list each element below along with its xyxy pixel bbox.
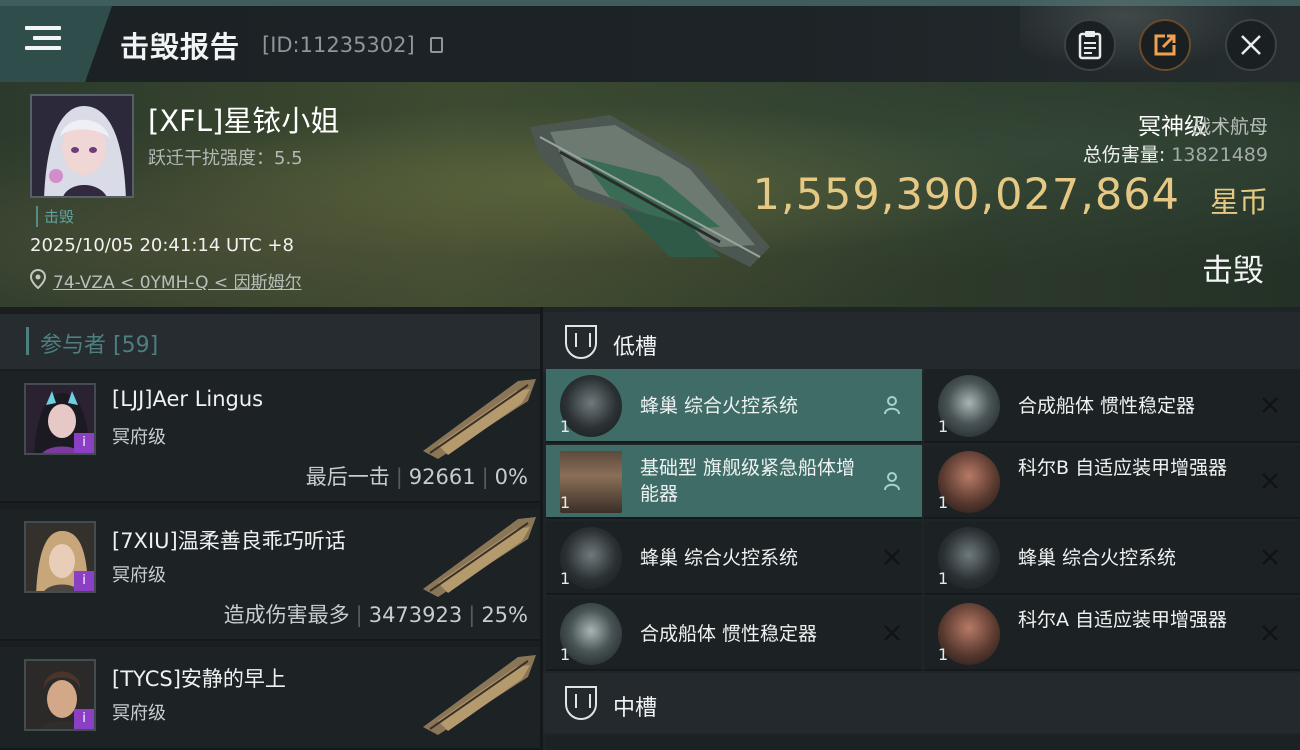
module-name: 蜂巢 综合火控系统 [1018,547,1177,569]
dropped-person-icon [880,393,904,417]
page-title: 击毁报告 [120,30,241,64]
destroyed-x-icon [880,545,904,569]
participants-title: 参与者 [59] [40,333,159,358]
module-quantity: 1 [560,417,571,436]
module-quantity: 1 [938,417,949,436]
destroyed-x-icon [1258,621,1282,645]
module-quantity: 1 [938,645,949,664]
report-id: [ID:11235302] [262,33,415,57]
corp-badge-icon: i [74,571,94,591]
attacker-row[interactable]: i [7XIU]温柔善良乖巧听话 冥府级 造成伤害最多 | 3473923 | 25% [0,509,540,641]
module-item[interactable]: 1 蜂巢 综合火控系统 [924,521,1300,595]
section-marker [26,327,29,355]
attacker-role: 最后一击 [305,465,390,489]
next-module-row [546,735,1300,750]
attacker-ship: 冥府级 [112,427,166,448]
result-label: 击毁 [1202,253,1264,289]
module-name: 基础型 旗舰级紧急船体增能器 [640,457,856,505]
total-damage: 总伤害量: 13821489 [1083,140,1268,167]
module-name: 科尔A 自适应装甲增强器 [1018,609,1228,631]
module-name: 科尔B 自适应装甲增强器 [1018,457,1228,479]
isk-value: 1,559,390,027,864 [752,170,1180,220]
module-name: 合成船体 惯性稳定器 [1018,395,1196,417]
module-item[interactable]: 1 科尔B 自适应装甲增强器 [924,445,1300,519]
divider: | [395,465,403,489]
ship-class: 战术航母 [1191,116,1268,138]
menu-icon[interactable] [25,26,61,52]
destroyed-x-icon [1258,393,1282,417]
isk-unit: 星币 [1209,185,1268,219]
victim-name[interactable]: [XFL]星铱小姐 [148,98,339,140]
module-quantity: 1 [938,493,949,512]
low-slot-icon [565,325,597,359]
copy-icon[interactable] [430,37,443,53]
module-item[interactable]: 1 蜂巢 综合火控系统 [546,369,922,443]
attacker-row[interactable]: i [LJJ]Aer Lingus 冥府级 最后一击 | 92661 | 0% [0,371,540,503]
module-item[interactable]: 1 科尔A 自适应装甲增强器 [924,597,1300,671]
attacker-name[interactable]: [TYCS]安静的早上 [112,663,286,693]
module-name: 蜂巢 综合火控系统 [640,547,799,569]
attacker-damage: 92661 [408,465,476,489]
corp-badge-icon: i [74,709,94,729]
kill-timestamp: 2025/10/05 20:41:14 UTC +8 [30,235,294,256]
divider: | [481,465,489,489]
warp-disruption-strength: 跃迁干扰强度：5.5 [148,148,303,169]
module-quantity: 1 [560,493,571,512]
ship-render [530,115,770,267]
corp-badge-icon: i [74,433,94,453]
dropped-person-icon [880,469,904,493]
low-slot-title: 低槽 [613,335,658,360]
module-item[interactable]: 1 合成船体 惯性稳定器 [546,597,922,671]
module-name: 蜂巢 综合火控系统 [640,395,799,417]
attacker-ship-render [423,379,536,459]
attacker-damage: 3473923 [368,603,463,627]
divider: | [355,603,363,627]
mid-slot-icon [565,686,597,720]
total-damage-value: 13821489 [1171,144,1268,166]
destroyed-x-icon [1258,469,1282,493]
location-pin-icon [30,269,46,289]
portrait-art [32,96,132,196]
attacker-stats: 造成伤害最多 | 3473923 | 25% [224,599,528,629]
attacker-ship-render [423,655,536,735]
divider: | [468,603,476,627]
attacker-ship-render [423,517,536,597]
attacker-damage-percent: 0% [494,465,528,489]
attacker-ship: 冥府级 [112,703,166,724]
attacker-name[interactable]: [7XIU]温柔善良乖巧听话 [112,525,346,555]
module-quantity: 1 [560,645,571,664]
module-item[interactable]: 1 蜂巢 综合火控系统 [546,521,922,595]
destroyed-x-icon [1258,545,1282,569]
destroyed-x-icon [880,621,904,645]
share-icon [1154,34,1176,56]
clipboard-button[interactable] [1064,19,1116,71]
mid-slot-title: 中槽 [613,696,658,721]
close-icon [1241,35,1261,55]
clipboard-icon [1078,31,1102,60]
module-item[interactable]: 1 合成船体 惯性稳定器 [924,369,1300,443]
attacker-damage-percent: 25% [481,603,528,627]
module-quantity: 1 [560,569,571,588]
attacker-ship: 冥府级 [112,565,166,586]
victim-banner: [XFL]星铱小姐 跃迁干扰强度：5.5 击毁 2025/10/05 20:41… [0,82,1300,307]
share-button[interactable] [1139,19,1191,71]
module-name: 合成船体 惯性稳定器 [640,623,818,645]
attacker-stats: 最后一击 | 92661 | 0% [306,461,528,491]
attacker-role: 造成伤害最多 [223,603,350,627]
attacker-row[interactable]: i [TYCS]安静的早上 冥府级 [0,647,540,750]
total-damage-label: 总伤害量: [1082,144,1166,166]
kill-location-link[interactable]: 74-VZA < 0YMH-Q < 因斯姆尔 [53,268,302,293]
module-quantity: 1 [938,569,949,588]
attacker-name[interactable]: [LJJ]Aer Lingus [112,387,263,411]
status-tag: 击毁 [36,206,74,227]
module-item[interactable]: 1 基础型 旗舰级紧急船体增能器 [546,445,922,519]
victim-avatar[interactable] [30,94,134,198]
mid-slot-header: 中槽 [543,673,1300,733]
close-button[interactable] [1225,19,1277,71]
low-slot-header: 低槽 [543,312,1300,372]
